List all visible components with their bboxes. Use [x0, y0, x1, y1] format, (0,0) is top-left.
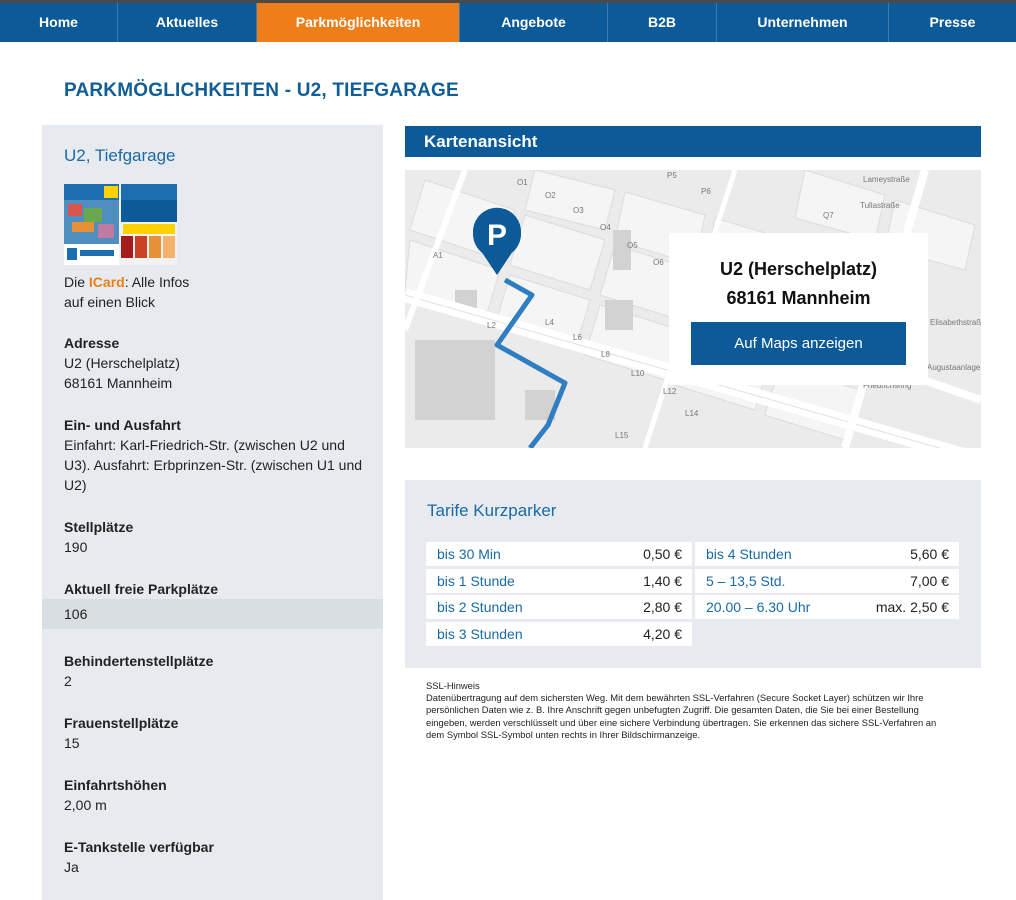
section-label: Stellplätze — [64, 519, 134, 535]
section-value: U3). Ausfahrt: Erbprinzen-Str. (zwischen… — [64, 457, 363, 473]
section-value: 68161 Mannheim — [64, 375, 173, 391]
tariff-panel: Tarife Kurzparker bis 30 Min 0,50 € bis … — [405, 480, 981, 668]
tariff-duration: bis 30 Min — [437, 546, 501, 562]
street-label: Tullastraße — [860, 201, 900, 210]
section-label: Behindertenstellplätze — [64, 653, 214, 669]
garage-title: U2, Tiefgarage — [64, 146, 176, 165]
tariff-price: 7,00 € — [910, 573, 949, 589]
icard-suffix: : Alle Infos — [124, 274, 190, 290]
section-einfahrtshoehen: Einfahrtshöhen 2,00 m — [64, 775, 167, 815]
street-label: L8 — [601, 350, 610, 359]
icard-prefix: Die — [64, 274, 89, 290]
nav-item-unternehmen[interactable]: Unternehmen — [717, 3, 889, 42]
street-label: L15 — [615, 431, 629, 440]
icard-thumbnail-image[interactable] — [64, 184, 177, 265]
section-label: Frauenstellplätze — [64, 715, 179, 731]
section-label: Aktuell freie Parkplätze — [64, 581, 219, 597]
parking-info-panel: U2, Tiefgarage Die ICard: Alle Infos auf… — [42, 125, 383, 900]
section-behindertenstellplaetze: Behindertenstellplätze 2 — [64, 651, 213, 691]
street-label: Elisabethstraße — [930, 318, 981, 327]
section-label: Adresse — [64, 335, 120, 351]
street-label: L10 — [631, 369, 645, 378]
nav-item-b2b[interactable]: B2B — [608, 3, 717, 42]
tariff-row: bis 4 Stunden 5,60 € — [695, 542, 959, 566]
ssl-notice: SSL-Hinweis Datenübertragung auf dem sic… — [426, 680, 956, 741]
tariff-price: 5,60 € — [910, 546, 949, 562]
section-value: Ja — [64, 859, 79, 875]
tariff-row: bis 30 Min 0,50 € — [426, 542, 692, 566]
street-label: Augustaanlage — [927, 363, 981, 372]
street-label: L12 — [663, 387, 677, 396]
tariff-duration: 20.00 – 6.30 Uhr — [706, 599, 811, 615]
street-label: L6 — [573, 333, 582, 342]
section-value: 15 — [64, 735, 80, 751]
tariff-row: bis 1 Stunde 1,40 € — [426, 569, 692, 593]
section-stellplaetze: Stellplätze 190 — [64, 517, 133, 557]
nav-item-home[interactable]: Home — [0, 3, 118, 42]
tariff-duration: 5 – 13,5 Std. — [706, 573, 786, 589]
section-value: U2) — [64, 477, 87, 493]
street-label: L2 — [487, 321, 496, 330]
section-value: U2 (Herschelplatz) — [64, 355, 180, 371]
ssl-notice-title: SSL-Hinweis — [426, 680, 480, 691]
tariff-row: 20.00 – 6.30 Uhr max. 2,50 € — [695, 595, 959, 619]
tariff-title: Tarife Kurzparker — [427, 501, 557, 520]
nav-item-presse[interactable]: Presse — [889, 3, 1016, 42]
street-label: Q7 — [823, 211, 834, 220]
open-maps-button[interactable]: Auf Maps anzeigen — [691, 322, 906, 365]
section-value: 106 — [64, 606, 88, 622]
section-value: 190 — [64, 539, 88, 555]
section-value: Einfahrt: Karl-Friedrich-Str. (zwischen … — [64, 437, 345, 453]
street-label: O3 — [573, 206, 584, 215]
street-label: O1 — [517, 178, 528, 187]
street-label: O5 — [627, 241, 638, 250]
tariff-duration: bis 3 Stunden — [437, 626, 523, 642]
section-adresse: Adresse U2 (Herschelplatz) 68161 Mannhei… — [64, 333, 180, 393]
icard-line2: auf einen Blick — [64, 294, 156, 310]
tariff-price: 1,40 € — [643, 573, 682, 589]
parking-pin-letter: P — [487, 219, 507, 252]
tariff-duration: bis 2 Stunden — [437, 599, 523, 615]
tariff-row: bis 2 Stunden 2,80 € — [426, 595, 692, 619]
section-label: Einfahrtshöhen — [64, 777, 167, 793]
map-address-line2: 68161 Mannheim — [726, 288, 871, 308]
street-label: O4 — [600, 223, 611, 232]
tariff-duration: bis 1 Stunde — [437, 573, 515, 589]
street-label: Lameystraße — [863, 175, 910, 184]
nav-item-aktuelles[interactable]: Aktuelles — [118, 3, 257, 42]
street-label: L4 — [545, 318, 554, 327]
section-freie-parkplaetze: Aktuell freie Parkplätze 106 — [64, 579, 218, 624]
section-label: E-Tankstelle verfügbar — [64, 839, 214, 855]
section-e-tankstelle: E-Tankstelle verfügbar Ja — [64, 837, 214, 877]
main-navigation: Home Aktuelles Parkmöglichkeiten Angebot… — [0, 0, 1016, 42]
section-ein-ausfahrt: Ein- und Ausfahrt Einfahrt: Karl-Friedri… — [64, 415, 362, 495]
nav-item-parkmoeglichkeiten[interactable]: Parkmöglichkeiten — [257, 3, 460, 42]
nav-item-angebote[interactable]: Angebote — [460, 3, 608, 42]
ssl-notice-text: Datenübertragung auf dem sichersten Weg.… — [426, 692, 937, 740]
tariff-price: 0,50 € — [643, 546, 682, 562]
icard-teaser: Die ICard: Alle Infos auf einen Blick — [64, 272, 189, 312]
street-label: P6 — [701, 187, 711, 196]
tariff-row: 5 – 13,5 Std. 7,00 € — [695, 569, 959, 593]
map-address-card: U2 (Herschelplatz) 68161 Mannheim Auf Ma… — [669, 233, 928, 385]
section-value: 2,00 m — [64, 797, 107, 813]
section-label: Ein- und Ausfahrt — [64, 417, 181, 433]
icard-link[interactable]: ICard — [89, 274, 125, 290]
tariff-price: 2,80 € — [643, 599, 682, 615]
tariff-row: bis 3 Stunden 4,20 € — [426, 622, 692, 646]
street-label: O6 — [653, 258, 664, 267]
map-address-line1: U2 (Herschelplatz) — [719, 259, 878, 279]
street-label: A1 — [433, 251, 443, 260]
street-label: P5 — [667, 171, 677, 180]
street-label: O2 — [545, 191, 556, 200]
street-label: L14 — [685, 409, 699, 418]
section-value: 2 — [64, 673, 72, 689]
tariff-duration: bis 4 Stunden — [706, 546, 792, 562]
tariff-price: max. 2,50 € — [875, 599, 949, 615]
map-heading: Kartenansicht — [405, 126, 981, 157]
page-title: PARKMÖGLICHKEITEN - U2, TIEFGARAGE — [64, 80, 459, 101]
tariff-price: 4,20 € — [643, 626, 682, 642]
section-frauenstellplaetze: Frauenstellplätze 15 — [64, 713, 178, 753]
